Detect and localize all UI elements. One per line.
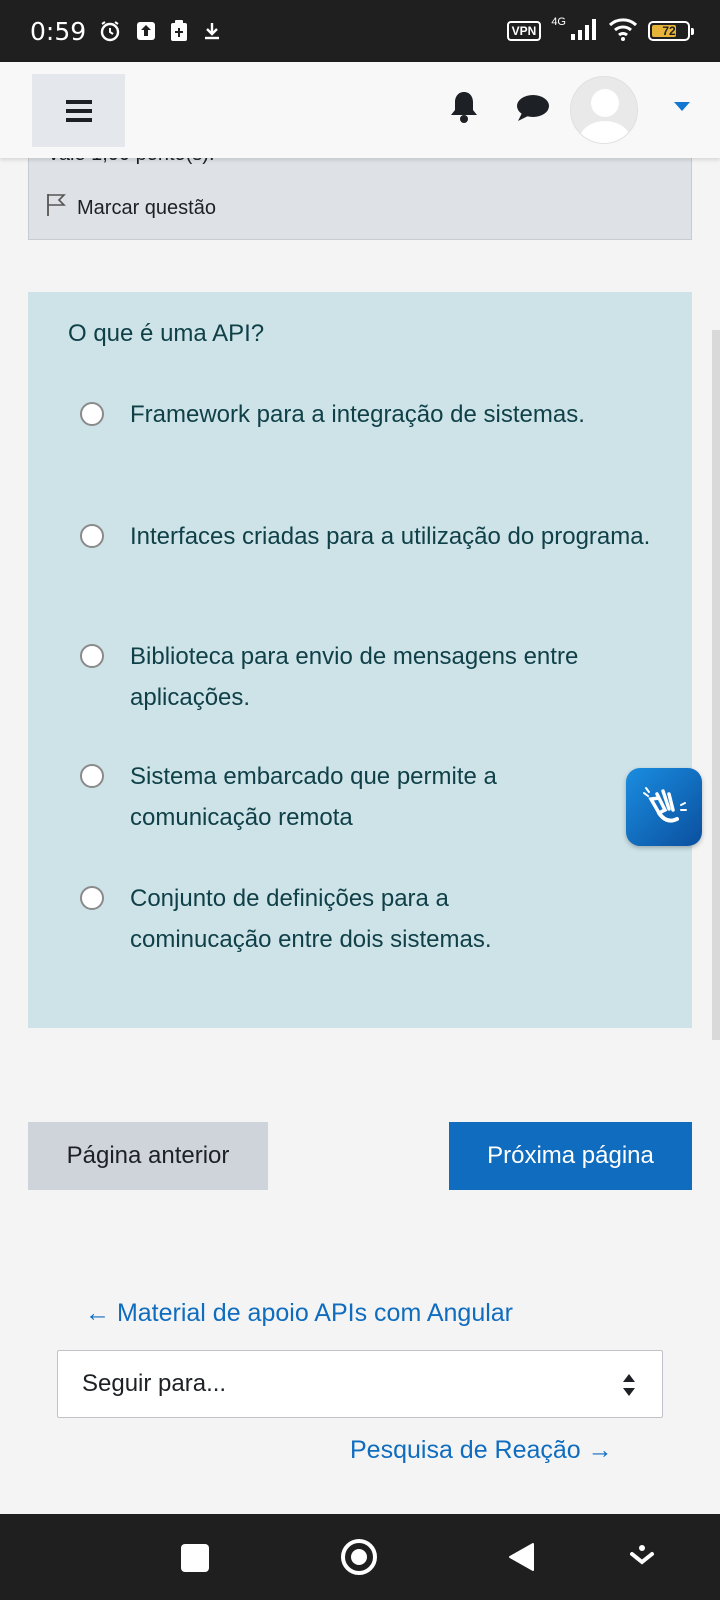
answer-label: Framework para a integração de sistemas.: [130, 401, 585, 428]
answer-label: Sistema embarcado que permite a comunica…: [130, 763, 497, 831]
answer-option[interactable]: Biblioteca para envio de mensagens entre…: [80, 636, 670, 718]
flag-question-label: Marcar questão: [77, 196, 216, 219]
chevron-down-icon: [630, 1545, 654, 1565]
home-button[interactable]: [339, 1537, 379, 1582]
question-content: O que é uma API? Framework para a integr…: [28, 292, 692, 1028]
download-icon: [202, 21, 222, 41]
battery-icon: 72: [648, 21, 694, 41]
radio-button[interactable]: [80, 644, 104, 668]
hide-nav-button[interactable]: [630, 1544, 654, 1575]
answer-label: Biblioteca para envio de mensagens entre…: [130, 643, 579, 711]
upload-icon: [136, 21, 156, 41]
scrollbar[interactable]: [712, 330, 720, 1040]
back-triangle-icon: [509, 1543, 534, 1571]
question-text: O que é uma API?: [68, 320, 265, 347]
vpn-badge: VPN: [506, 21, 542, 41]
radio-button[interactable]: [80, 524, 104, 548]
previous-page-button[interactable]: Página anterior: [28, 1122, 268, 1190]
signal-icon: [570, 18, 598, 45]
previous-activity-link[interactable]: ← Material de apoio APIs com Angular: [85, 1299, 513, 1328]
next-page-button[interactable]: Próxima página: [449, 1122, 692, 1190]
alarm-icon: [98, 19, 122, 43]
answer-option[interactable]: Conjunto de definições para a cominucaçã…: [80, 878, 670, 960]
sign-language-hands-icon: [643, 787, 687, 823]
answer-option[interactable]: Sistema embarcado que permite a comunica…: [80, 756, 670, 838]
chat-bubble-icon: [517, 95, 549, 121]
jump-to-label: Seguir para...: [82, 1370, 227, 1397]
answer-label: Conjunto de definições para a cominucaçã…: [130, 885, 492, 953]
back-button[interactable]: [507, 1542, 535, 1577]
battery-level: 72: [662, 24, 676, 38]
clipboard-icon: [170, 20, 188, 42]
top-navbar: [0, 62, 720, 158]
flag-question-button[interactable]: Marcar questão: [45, 193, 216, 223]
notifications-button[interactable]: [450, 90, 478, 129]
radio-button[interactable]: [80, 402, 104, 426]
user-avatar[interactable]: [570, 76, 638, 144]
answer-option[interactable]: Interfaces criadas para a utilização do …: [80, 516, 670, 557]
hamburger-icon: [65, 99, 92, 122]
messages-button[interactable]: [516, 94, 550, 127]
bell-icon: [451, 92, 477, 123]
network-type: 4G: [551, 16, 566, 28]
menu-button[interactable]: [32, 74, 125, 147]
status-bar: 0:59 VPN 4G 72: [0, 0, 720, 62]
wifi-icon: [608, 17, 638, 46]
select-arrows-icon: [622, 1373, 636, 1404]
recents-button[interactable]: [181, 1544, 209, 1572]
system-nav-bar: [0, 1514, 720, 1600]
home-circle-icon: [341, 1539, 377, 1575]
answer-label: Interfaces criadas para a utilização do …: [130, 523, 651, 550]
answer-option[interactable]: Framework para a integração de sistemas.: [80, 394, 670, 435]
status-time: 0:59: [30, 16, 87, 46]
next-activity-link[interactable]: Pesquisa de Reação →: [350, 1436, 613, 1465]
radio-button[interactable]: [80, 886, 104, 910]
radio-button[interactable]: [80, 764, 104, 788]
jump-to-select[interactable]: Seguir para...: [57, 1350, 663, 1418]
caret-down-icon[interactable]: [674, 102, 690, 111]
flag-icon: [45, 193, 67, 223]
sign-language-button[interactable]: [626, 768, 702, 846]
